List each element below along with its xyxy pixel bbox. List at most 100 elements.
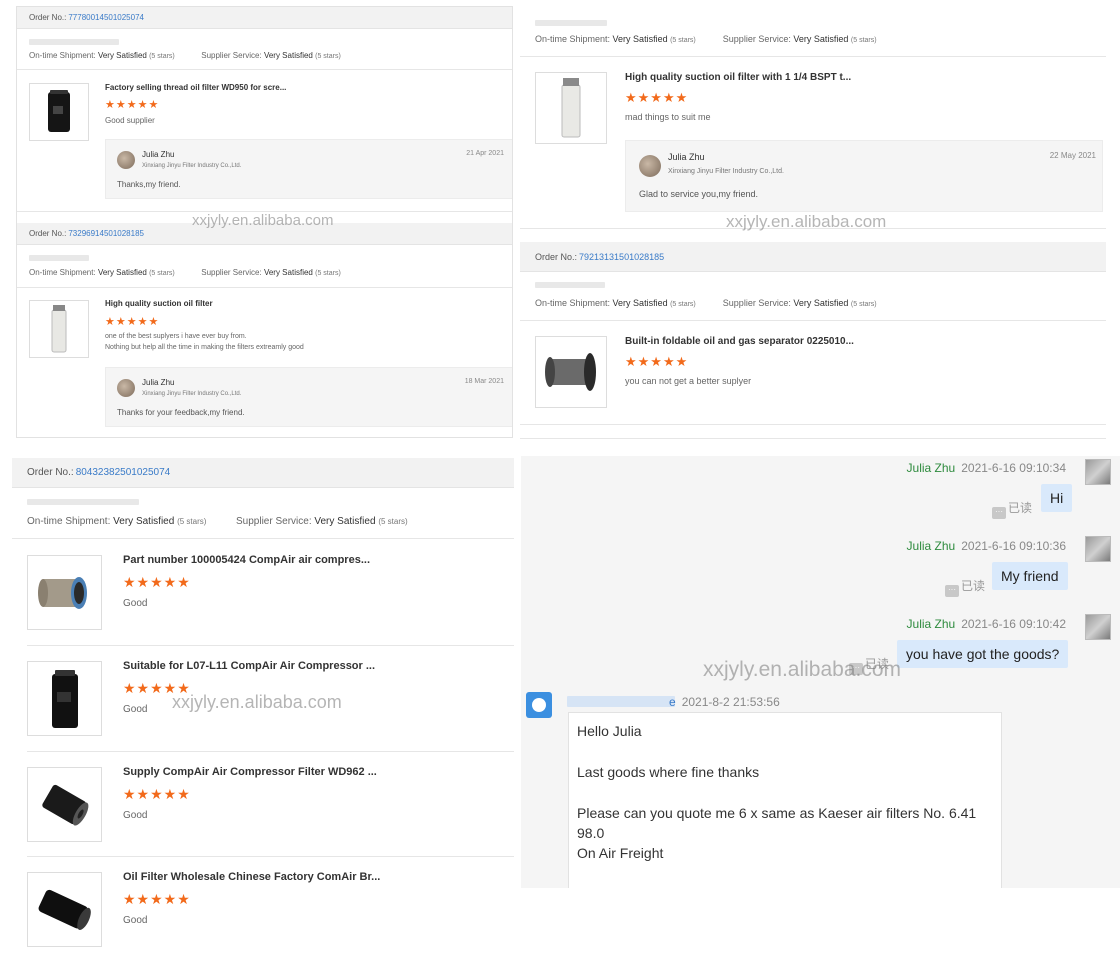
star-rating: ★★★★★ <box>105 99 160 111</box>
buyer-avatar <box>526 692 552 718</box>
read-status: ··· 已读 <box>945 577 985 597</box>
product-title-link[interactable]: High quality suction oil filter <box>105 299 213 308</box>
review-text: Nothing but help all the time in making … <box>105 344 304 351</box>
product-title-link[interactable]: High quality suction oil filter with 1 1… <box>625 72 851 83</box>
sender-name: Julia Zhu <box>906 617 956 631</box>
review-text: Good <box>123 598 148 609</box>
blurred-buyer-name <box>535 20 607 26</box>
sender-name: Julia Zhu <box>906 461 956 475</box>
oil-filter-icon <box>38 889 91 930</box>
order-no-label: Order No.: <box>535 251 578 262</box>
product-title-link[interactable]: Supply CompAir Air Compressor Filter WD9… <box>123 766 377 778</box>
product-thumbnail[interactable] <box>29 300 89 358</box>
message-time: 2021-6-16 09:10:36 <box>961 539 1066 553</box>
review-panel-top-right: On-time Shipment: Very Satisfied (5 star… <box>520 4 1106 440</box>
message-time: 2021-8-2 21:53:56 <box>681 695 780 709</box>
blurred-buyer-name <box>27 499 139 505</box>
message-header: e 2021-8-2 21:53:56 <box>669 695 780 709</box>
product-thumbnail[interactable] <box>29 83 89 141</box>
review-text: Good <box>123 810 148 821</box>
seller-reply: Julia Zhu Xinxiang Jinyu Filter Industry… <box>625 140 1103 212</box>
star-rating: ★★★★★ <box>123 574 191 590</box>
product-thumbnail[interactable] <box>27 767 102 842</box>
star-rating: ★★★★★ <box>123 786 191 802</box>
review-text: Good <box>123 704 148 715</box>
seller-reply: Julia Zhu Xinxiang Jinyu Filter Industry… <box>105 139 512 199</box>
blurred-buyer-name <box>567 696 675 707</box>
sender-name: e <box>669 695 676 709</box>
review-panel-bottom-left: Order No.: 80432382501025074 On-time Shi… <box>12 458 514 959</box>
order-no-label: Order No.: <box>27 467 74 478</box>
reply-date: 22 May 2021 <box>1049 151 1096 160</box>
star-rating: ★★★★★ <box>625 354 689 369</box>
order-no-label: Order No.: <box>29 229 67 238</box>
rating-summary: On-time Shipment: Very Satisfied (5 star… <box>535 298 877 308</box>
message-bubble: Hi <box>1041 484 1073 512</box>
star-rating: ★★★★★ <box>123 680 191 696</box>
product-thumbnail[interactable] <box>535 72 607 144</box>
order-header: Order No.: 77780014501025074 <box>17 7 512 29</box>
star-rating: ★★★★★ <box>625 90 689 105</box>
blurred-buyer-name <box>29 39 119 45</box>
order-header: Order No.: 73296914501028185 <box>17 223 512 245</box>
message-time: 2021-6-16 09:10:34 <box>961 461 1066 475</box>
oil-filter-icon <box>48 90 70 132</box>
order-number-link[interactable]: 77780014501025074 <box>68 13 144 22</box>
order-header: Order No.: 80432382501025074 <box>12 458 514 488</box>
message-time: 2021-6-16 09:10:42 <box>961 617 1066 631</box>
blurred-buyer-name <box>29 255 89 261</box>
reply-date: 21 Apr 2021 <box>466 150 504 157</box>
reply-company: Xinxiang Jinyu Filter Industry Co.,Ltd. <box>668 168 784 175</box>
reply-author: Julia Zhu <box>668 152 705 162</box>
avatar <box>1085 614 1111 640</box>
order-no-label: Order No.: <box>29 13 67 22</box>
message-header: Julia Zhu 2021-6-16 09:10:34 <box>907 461 1066 475</box>
oil-filter-icon <box>41 784 88 826</box>
incoming-message-bubble: Hello Julia Last goods where fine thanks… <box>568 712 1002 888</box>
product-title-link[interactable]: Suitable for L07-L11 CompAir Air Compres… <box>123 660 375 672</box>
order-number-link[interactable]: 80432382501025074 <box>76 467 171 478</box>
read-status: ··· 已读 <box>992 499 1032 519</box>
blurred-buyer-name <box>535 282 605 288</box>
review-panel-top-left: Order No.: 77780014501025074 On-time Shi… <box>16 6 513 438</box>
reply-date: 18 Mar 2021 <box>464 378 504 385</box>
oil-filter-icon <box>51 669 78 728</box>
reply-company: Xinxiang Jinyu Filter Industry Co.,Ltd. <box>142 163 242 169</box>
read-status: ··· 已读 <box>849 655 889 675</box>
review-text: Good <box>123 915 148 926</box>
message-bubble: My friend <box>992 562 1068 590</box>
suction-filter-icon <box>51 305 67 353</box>
product-thumbnail[interactable] <box>27 555 102 630</box>
message-bubble: you have got the goods? <box>897 640 1069 668</box>
rating-summary: On-time Shipment: Very Satisfied (5 star… <box>535 34 877 44</box>
avatar <box>1085 459 1111 485</box>
product-thumbnail[interactable] <box>27 661 102 736</box>
rating-summary: On-time Shipment: Very Satisfied (5 star… <box>29 268 341 277</box>
order-number-link[interactable]: 73296914501028185 <box>68 229 144 238</box>
product-thumbnail[interactable] <box>535 336 607 408</box>
review-text: Good supplier <box>105 116 155 125</box>
chat-panel: Julia Zhu 2021-6-16 09:10:34 ··· 已读 Hi Jul… <box>521 456 1120 888</box>
reply-message: Thanks for your feedback,my friend. <box>117 408 245 417</box>
avatar <box>1085 536 1111 562</box>
product-title-link[interactable]: Built-in foldable oil and gas separator … <box>625 336 854 347</box>
order-number-link[interactable]: 79213131501028185 <box>579 252 664 262</box>
review-text: you can not get a better suplyer <box>625 376 752 386</box>
message-header: Julia Zhu 2021-6-16 09:10:42 <box>907 617 1066 631</box>
air-filter-icon <box>37 576 87 609</box>
star-rating: ★★★★★ <box>123 891 191 907</box>
message-line: Hello Julia <box>577 723 642 739</box>
suction-filter-icon <box>561 78 581 138</box>
seller-reply: Julia Zhu Xinxiang Jinyu Filter Industry… <box>105 367 512 427</box>
product-title-link[interactable]: Oil Filter Wholesale Chinese Factory Com… <box>123 871 380 883</box>
reply-message: Glad to service you,my friend. <box>639 189 759 199</box>
product-title-link[interactable]: Factory selling thread oil filter WD950 … <box>105 83 286 92</box>
reply-author: Julia Zhu <box>142 378 175 387</box>
avatar <box>117 379 135 397</box>
reply-author: Julia Zhu <box>142 150 175 159</box>
product-title-link[interactable]: Part number 100005424 CompAir air compre… <box>123 554 370 566</box>
product-thumbnail[interactable] <box>27 872 102 947</box>
reply-company: Xinxiang Jinyu Filter Industry Co.,Ltd. <box>142 391 242 397</box>
rating-summary: On-time Shipment: Very Satisfied (5 star… <box>27 516 408 527</box>
review-text: one of the best suplyers i have ever buy… <box>105 333 247 340</box>
